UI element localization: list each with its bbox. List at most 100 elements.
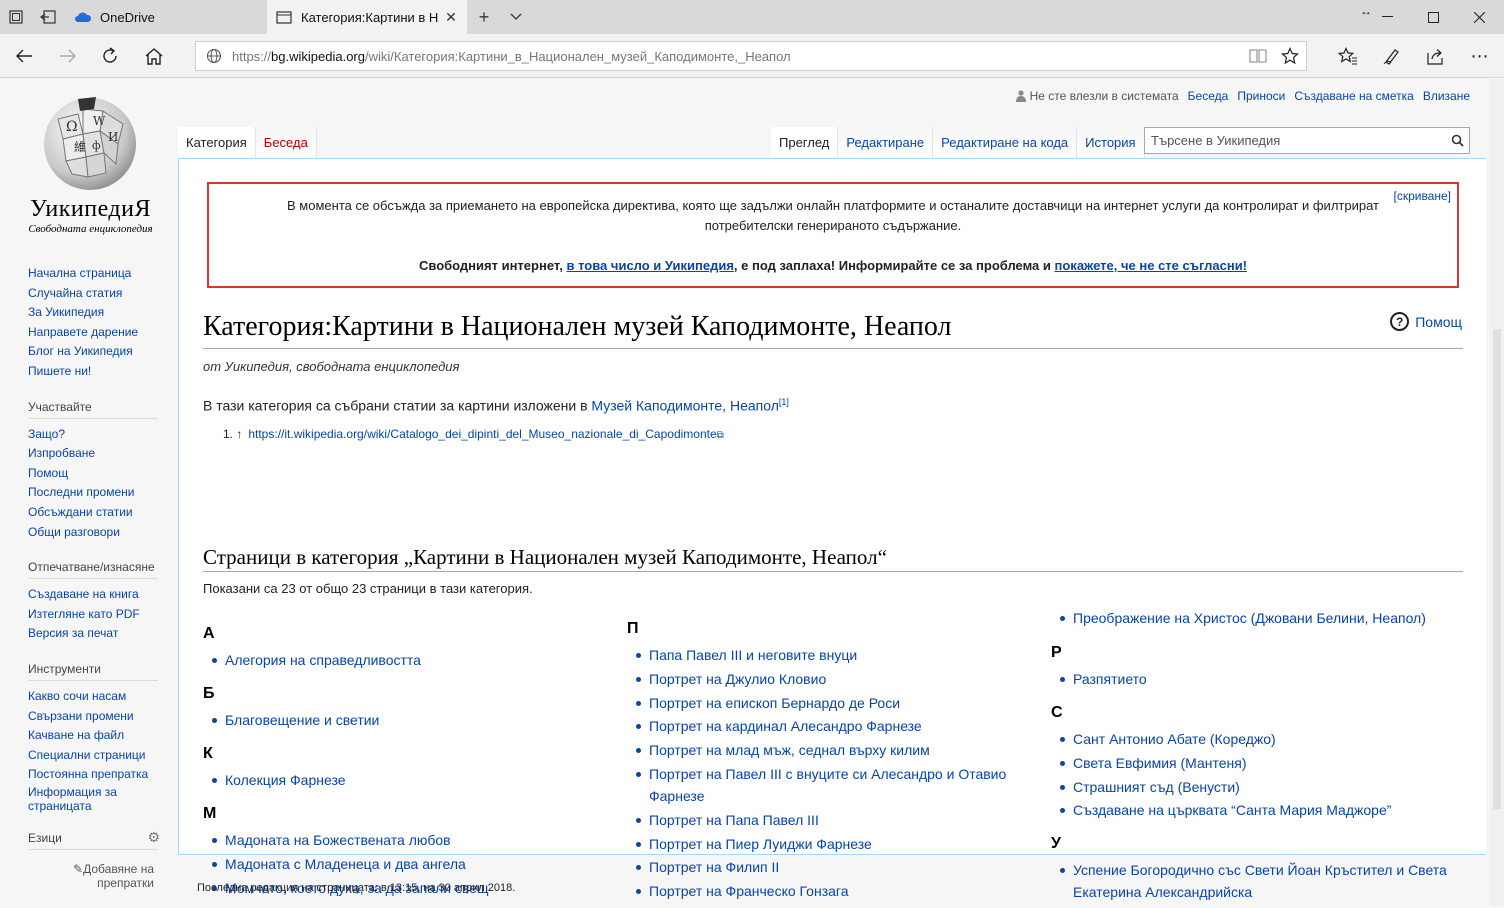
share-icon[interactable] [1414,34,1458,78]
list-item[interactable]: Преображение на Христос (Джовани Белини,… [1051,607,1461,629]
list-item[interactable]: Портрет на Папа Павел III [627,809,1037,831]
page-link[interactable]: Страшният съд (Венусти) [1073,779,1240,795]
forward-arrow-icon[interactable] [46,34,90,78]
help-link[interactable]: ? Помощ [1390,312,1462,331]
refresh-icon[interactable] [88,34,132,78]
minimize-icon[interactable] [1364,0,1410,34]
sidebar-item[interactable]: Качване на файл [28,726,158,746]
wikipedia-logo[interactable]: Ω W И 維 ф УикипедиЯ Свободната енциклопе… [18,89,163,235]
tab-wikipedia[interactable]: Категория:Картини в Н ✕ [267,0,467,34]
sidebar-item[interactable]: Случайна статия [28,284,158,304]
list-item[interactable]: Портрет на епископ Бернардо де Роси [627,692,1037,714]
list-item[interactable]: Света Евфимия (Мантеня) [1051,752,1461,774]
page-link[interactable]: Благовещение и светии [225,712,379,728]
sidebar-item[interactable]: Постоянна препратка [28,765,158,785]
sidebar-item[interactable]: Начална страница [28,264,158,284]
page-link[interactable]: Разпятието [1073,671,1147,687]
page-link[interactable]: Сант Антонио Абате (Кореджо) [1073,731,1276,747]
tab-list-chevron-icon[interactable] [500,0,532,34]
page-link[interactable]: Мадоната на Божествената любов [225,832,451,848]
sidebar-item[interactable]: За Уикипедия [28,303,158,323]
pen-notes-icon[interactable] [1370,34,1414,78]
sidebar-item[interactable]: Направете дарение [28,323,158,343]
list-item[interactable]: Алегория на справедливостта [203,649,489,671]
sidebar-item[interactable]: Специални страници [28,746,158,766]
page-link[interactable]: Папа Павел III и неговите внуци [649,647,857,663]
page-link[interactable]: Портрет на Пиер Луиджи Фарнезе [649,836,872,852]
page-link[interactable]: Мадоната с Младенеца и два ангела [225,856,466,872]
reading-view-icon[interactable] [1242,48,1274,64]
tab-preview-icon[interactable] [0,0,32,34]
list-item[interactable]: Благовещение и светии [203,709,489,731]
page-link[interactable]: Света Евфимия (Мантеня) [1073,755,1247,771]
list-item[interactable]: Портрет на Пиер Луиджи Фарнезе [627,833,1037,855]
search-input[interactable]: Търсене в Уикипедия [1144,127,1470,154]
home-icon[interactable] [132,34,176,78]
sidebar-item[interactable]: Последни промени [28,483,158,503]
page-link[interactable]: Портрет на Папа Павел III [649,812,819,828]
page-link[interactable]: Портрет на кардинал Алесандро Фарнезе [649,718,922,734]
page-link[interactable]: Преображение на Христос (Джовани Белини,… [1073,610,1426,626]
contributions-link[interactable]: Приноси [1237,89,1285,103]
tab-onedrive[interactable]: OneDrive [66,0,266,34]
sidebar-item[interactable]: Версия за печат [28,624,158,644]
list-item[interactable]: Папа Павел III и неговите внуци [627,644,1037,666]
page-link[interactable]: Колекция Фарнезе [225,772,346,788]
page-link[interactable]: Портрет на млад мъж, седнал върху килим [649,742,930,758]
reference-url-link[interactable]: https://it.wikipedia.org/wiki/Catalogo_d… [248,427,716,441]
tab-talk[interactable]: Беседа [255,127,317,159]
sidebar-item[interactable]: Свързани промени [28,707,158,727]
tab-read[interactable]: Преглед [771,127,839,159]
tab-history[interactable]: История [1077,127,1145,159]
add-links-link[interactable]: ✎Добавяне на препратки [28,862,158,890]
tab-category[interactable]: Категория [178,127,256,159]
reference-link[interactable]: [1] [779,397,789,407]
sidebar-item[interactable]: Блог на Уикипедия [28,342,158,362]
sidebar-item[interactable]: Защо? [28,425,158,445]
list-item[interactable]: Портрет на Франческо Гонзага [627,880,1037,902]
list-item[interactable]: Разпятието [1051,668,1461,690]
list-item[interactable]: Сант Антонио Абате (Кореджо) [1051,728,1461,750]
list-item[interactable]: Колекция Фарнезе [203,769,489,791]
sidebar-item[interactable]: Какво сочи насам [28,687,158,707]
more-dots-icon[interactable]: ⋯ [1458,34,1502,78]
sidebar-item[interactable]: Информация за страницата [28,785,158,813]
favorite-star-icon[interactable] [1274,47,1306,65]
close-window-icon[interactable] [1456,0,1502,34]
sidebar-item[interactable]: Създаване на книга [28,585,158,605]
page-link[interactable]: Портрет на епископ Бернардо де Роси [649,695,900,711]
list-item[interactable]: Страшният съд (Венусти) [1051,776,1461,798]
tab-edit[interactable]: Редактиране [838,127,934,159]
sidebar-item[interactable]: Помощ [28,464,158,484]
address-bar[interactable]: https://bg.wikipedia.org/wiki/Категория:… [195,41,1307,71]
list-item[interactable]: Създаване на църквата “Санта Мария Маджо… [1051,799,1461,821]
sidebar-item[interactable]: Обсъждани статии [28,503,158,523]
list-item[interactable]: Портрет на кардинал Алесандро Фарнезе [627,715,1037,737]
tab-edit-source[interactable]: Редактиране на кода [933,127,1078,159]
banner-link-wikipedia[interactable]: в това число и Уикипедия [567,258,734,273]
scrollbar-thumb[interactable] [1493,329,1501,809]
page-link[interactable]: Създаване на църквата “Санта Мария Маджо… [1073,802,1391,818]
sidebar-item[interactable]: Пишете ни! [28,362,158,382]
page-link[interactable]: Алегория на справедливостта [225,652,421,668]
sidebar-item[interactable]: Изтегляне като PDF [28,605,158,625]
back-arrow-icon[interactable] [2,34,46,78]
list-item[interactable]: Портрет на Павел III с внуците си Алесан… [627,763,1037,807]
sidebar-item[interactable]: Общи разговори [28,523,158,543]
banner-link-disagree[interactable]: покажете, че не сте съгласни! [1055,258,1248,273]
list-item[interactable]: Портрет на млад мъж, седнал върху килим [627,739,1037,761]
list-item[interactable]: Портрет на Джулио Кловио [627,668,1037,690]
museum-link[interactable]: Музей Каподимонте, Неапол [591,398,778,414]
page-link[interactable]: Портрет на Филип II [649,859,779,875]
login-link[interactable]: Влизане [1423,89,1470,103]
talk-link[interactable]: Беседа [1188,89,1229,103]
create-account-link[interactable]: Създаване на сметка [1294,89,1413,103]
page-link[interactable]: Портрет на Франческо Гонзага [649,883,849,899]
page-link[interactable]: Портрет на Павел III с внуците си Алесан… [649,766,1006,804]
page-link[interactable]: Успение Богородично със Свети Йоан Кръст… [1073,862,1447,900]
sidebar-item[interactable]: Изпробване [28,444,158,464]
list-item[interactable]: Портрет на Филип II [627,856,1037,878]
list-item[interactable]: Успение Богородично със Свети Йоан Кръст… [1051,859,1461,903]
maximize-icon[interactable] [1410,0,1456,34]
favorites-hub-icon[interactable] [1326,34,1370,78]
